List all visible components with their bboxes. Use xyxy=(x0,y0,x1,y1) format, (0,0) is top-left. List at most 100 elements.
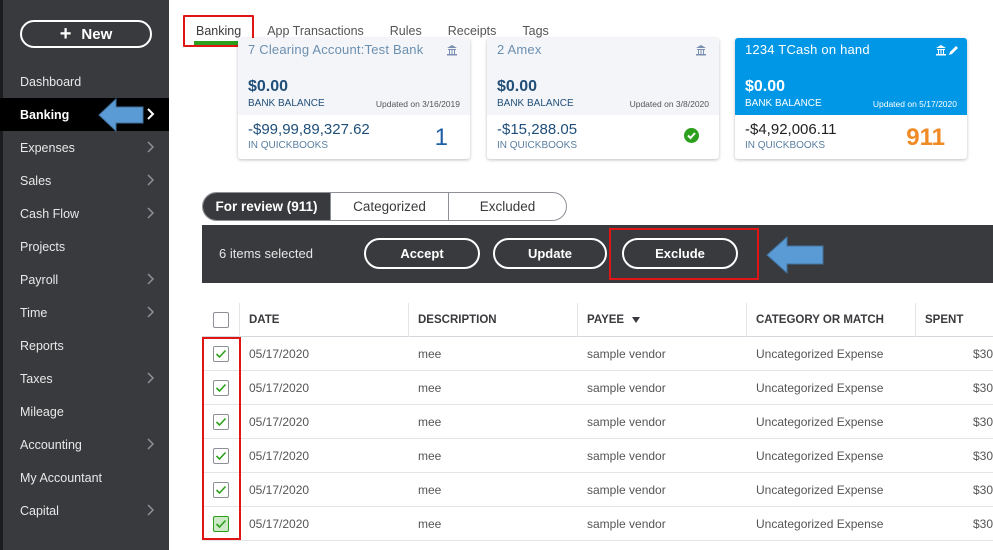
account-name: 7 Clearing Account:Test Bank xyxy=(248,42,424,57)
sidebar-item-capital[interactable]: Capital xyxy=(0,494,169,527)
sidebar-item-label: Banking xyxy=(20,107,70,122)
pending-count: 911 xyxy=(906,124,945,151)
filter-categorized[interactable]: Categorized xyxy=(330,193,448,220)
cell-payee[interactable]: sample vendor xyxy=(578,405,747,439)
table-row[interactable]: 05/17/2020 mee sample vendor Uncategoriz… xyxy=(202,405,993,439)
cell-description: mee xyxy=(418,415,442,429)
tab-label: App Transactions xyxy=(267,24,364,38)
sidebar-item-mileage[interactable]: Mileage xyxy=(0,395,169,428)
sidebar-item-projects[interactable]: Projects xyxy=(0,230,169,263)
column-date[interactable]: DATE xyxy=(240,303,409,337)
sidebar-item-label: Mileage xyxy=(20,404,64,419)
cell-payee[interactable]: sample vendor xyxy=(578,473,747,507)
sidebar-item-time[interactable]: Time xyxy=(0,296,169,329)
selection-count: 6 items selected xyxy=(219,246,313,261)
table-row[interactable]: 05/17/2020 mee sample vendor Uncategoriz… xyxy=(202,439,993,473)
account-name: 1234 TCash on hand xyxy=(745,42,870,57)
tab-label: Banking xyxy=(194,18,244,45)
annotation-arrow-left-icon xyxy=(98,98,144,132)
sidebar-item-sales[interactable]: Sales xyxy=(0,164,169,197)
column-spent[interactable]: SPENT xyxy=(916,303,993,337)
column-payee[interactable]: PAYEE xyxy=(578,303,747,337)
sidebar-item-my-accountant[interactable]: My Accountant xyxy=(0,461,169,494)
cell-spent: $30 xyxy=(972,415,993,429)
cell-category[interactable]: Uncategorized Expense xyxy=(747,337,916,371)
cell-category[interactable]: Uncategorized Expense xyxy=(747,405,916,439)
accept-button[interactable]: Accept xyxy=(364,238,480,269)
bank-icon xyxy=(696,45,706,56)
table-row[interactable]: 05/17/2020 mee sample vendor Uncategoriz… xyxy=(202,371,993,405)
card-header: 2 Amex $0.00 BANK BALANCE Updated on 3/8… xyxy=(487,38,719,115)
select-all-cell xyxy=(202,303,240,337)
sidebar-item-accounting[interactable]: Accounting xyxy=(0,428,169,461)
sidebar-item-label: Accounting xyxy=(20,437,82,452)
sidebar-nav: Dashboard Banking Expenses Sales Cash Fl… xyxy=(0,65,169,527)
cell-spent: $30 xyxy=(972,347,993,361)
bank-edit-icon xyxy=(936,45,958,56)
new-button-label: New xyxy=(81,25,113,43)
account-card[interactable]: 2 Amex $0.00 BANK BALANCE Updated on 3/8… xyxy=(487,38,719,159)
account-card-selected[interactable]: 1234 TCash on hand $0.00 BANK BALANCE Up… xyxy=(735,38,967,159)
quickbooks-balance: -$4,92,006.11 xyxy=(745,121,837,138)
chevron-right-icon xyxy=(145,305,157,319)
cell-description: mee xyxy=(418,381,442,395)
sidebar-item-expenses[interactable]: Expenses xyxy=(0,131,169,164)
account-name: 2 Amex xyxy=(497,42,542,57)
sidebar-item-label: Payroll xyxy=(20,272,59,287)
sidebar-item-label: Expenses xyxy=(20,140,75,155)
cell-category[interactable]: Uncategorized Expense xyxy=(747,439,916,473)
checkbox-highlight-box xyxy=(202,337,241,540)
bank-balance-label: BANK BALANCE xyxy=(497,98,574,109)
cell-payee[interactable]: sample vendor xyxy=(578,337,747,371)
cell-description: mee xyxy=(418,517,442,531)
sidebar-item-label: Sales xyxy=(20,173,52,188)
tab-label: Receipts xyxy=(447,24,497,38)
sidebar-item-label: Time xyxy=(20,305,48,320)
filter-for-review[interactable]: For review (911) xyxy=(203,193,330,220)
filter-excluded[interactable]: Excluded xyxy=(448,193,566,220)
cell-payee[interactable]: sample vendor xyxy=(578,371,747,405)
column-description[interactable]: DESCRIPTION xyxy=(409,303,578,337)
sidebar-item-cash-flow[interactable]: Cash Flow xyxy=(0,197,169,230)
bank-balance: $0.00 xyxy=(248,78,289,95)
sidebar-item-dashboard[interactable]: Dashboard xyxy=(0,65,169,98)
transactions-table: DATE DESCRIPTION PAYEE CATEGORY OR MATCH… xyxy=(202,303,993,541)
cell-description: mee xyxy=(418,449,442,463)
chevron-right-icon xyxy=(145,173,157,187)
sidebar-item-label: Capital xyxy=(20,503,59,518)
account-card[interactable]: 7 Clearing Account:Test Bank $0.00 BANK … xyxy=(238,38,470,159)
cell-payee[interactable]: sample vendor xyxy=(578,507,747,541)
quickbooks-label: IN QUICKBOOKS xyxy=(248,140,329,151)
cell-date: 05/17/2020 xyxy=(249,517,310,531)
cell-date: 05/17/2020 xyxy=(249,483,310,497)
pending-count: 1 xyxy=(434,124,448,151)
sidebar-item-reports[interactable]: Reports xyxy=(0,329,169,362)
card-header: 7 Clearing Account:Test Bank $0.00 BANK … xyxy=(238,38,470,115)
table-row[interactable]: 05/17/2020 mee sample vendor Uncategoriz… xyxy=(202,473,993,507)
table-row[interactable]: 05/17/2020 mee sample vendor Uncategoriz… xyxy=(202,507,993,541)
bank-balance: $0.00 xyxy=(745,78,786,95)
table-row[interactable]: 05/17/2020 mee sample vendor Uncategoriz… xyxy=(202,337,993,371)
column-category[interactable]: CATEGORY OR MATCH xyxy=(747,303,916,337)
sidebar-item-label: Cash Flow xyxy=(20,206,80,221)
cell-category[interactable]: Uncategorized Expense xyxy=(747,473,916,507)
cell-spent: $30 xyxy=(972,517,993,531)
update-button[interactable]: Update xyxy=(493,238,607,269)
cell-spent: $30 xyxy=(972,483,993,497)
sidebar-item-label: Taxes xyxy=(20,371,53,386)
sidebar-item-taxes[interactable]: Taxes xyxy=(0,362,169,395)
chevron-right-icon xyxy=(145,206,157,220)
quickbooks-label: IN QUICKBOOKS xyxy=(745,140,826,151)
cell-category[interactable]: Uncategorized Expense xyxy=(747,371,916,405)
batch-action-bar: 6 items selected Accept Update Exclude xyxy=(202,225,993,283)
cell-category[interactable]: Uncategorized Expense xyxy=(747,507,916,541)
updated-date: Updated on 3/8/2020 xyxy=(629,99,709,109)
cell-spent: $30 xyxy=(972,381,993,395)
cell-date: 05/17/2020 xyxy=(249,381,310,395)
cell-payee[interactable]: sample vendor xyxy=(578,439,747,473)
quickbooks-balance: -$99,99,89,327.62 xyxy=(248,121,370,138)
sidebar-item-payroll[interactable]: Payroll xyxy=(0,263,169,296)
bank-balance-label: BANK BALANCE xyxy=(745,98,822,109)
new-button[interactable]: + New xyxy=(20,20,152,48)
select-all-checkbox[interactable] xyxy=(212,312,229,328)
